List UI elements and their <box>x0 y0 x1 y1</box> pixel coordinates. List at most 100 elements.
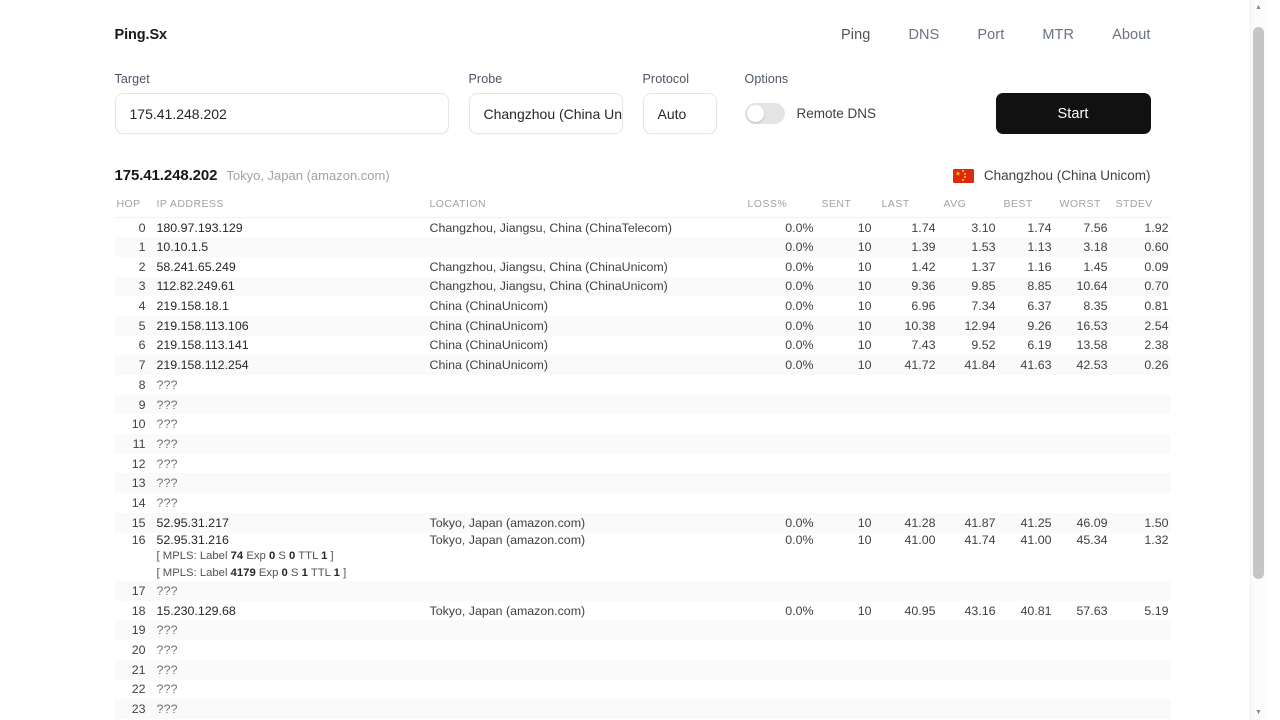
start-button[interactable]: Start <box>996 93 1151 134</box>
cell-avg <box>944 434 1004 454</box>
nav-item-dns[interactable]: DNS <box>908 27 939 43</box>
unknown-hop-marker: ??? <box>157 643 178 657</box>
unknown-hop-marker: ??? <box>157 457 178 471</box>
cell-avg <box>944 660 1004 680</box>
cell-stdev <box>1116 434 1171 454</box>
cell-last: 1.39 <box>882 237 944 257</box>
table-row: 10??? <box>115 414 1171 434</box>
cell-sent <box>822 414 882 434</box>
cell-ip: 52.95.31.217 <box>157 513 430 533</box>
cell-ip: ??? <box>157 454 430 474</box>
hop-ip-address: 219.158.113.106 <box>157 319 249 333</box>
cell-avg: 9.85 <box>944 277 1004 297</box>
cell-stdev <box>1116 375 1171 395</box>
cell-hop: 17 <box>115 581 157 601</box>
protocol-select[interactable]: Auto <box>643 93 717 134</box>
cell-loss <box>748 473 822 493</box>
unknown-hop-marker: ??? <box>157 378 178 392</box>
scroll-up-arrow-icon[interactable]: ▲ <box>1251 0 1265 15</box>
cell-worst: 13.58 <box>1060 336 1116 356</box>
cell-best <box>1004 414 1060 434</box>
probe-select[interactable]: Changzhou (China Unicom) <box>469 93 623 134</box>
cell-sent <box>822 454 882 474</box>
cell-ip: 52.95.31.216[ MPLS: Label 74 Exp 0 S 0 T… <box>157 533 430 582</box>
cell-hop: 19 <box>115 620 157 640</box>
cell-hop: 14 <box>115 493 157 513</box>
cell-location <box>430 581 748 601</box>
app-window: Ping.Sx Ping DNS Port MTR About Target 1… <box>0 0 1265 720</box>
table-row: 5219.158.113.106China (ChinaUnicom)0.0%1… <box>115 316 1171 336</box>
remote-dns-toggle[interactable] <box>745 103 785 124</box>
cell-best <box>1004 454 1060 474</box>
cell-hop: 20 <box>115 640 157 660</box>
cell-last <box>882 493 944 513</box>
cell-stdev: 0.26 <box>1116 355 1171 375</box>
cell-hop: 0 <box>115 218 157 238</box>
cell-loss <box>748 434 822 454</box>
cell-worst <box>1060 414 1116 434</box>
table-header: HOP IP ADDRESS LOCATION LOSS% SENT LAST … <box>115 194 1171 218</box>
cell-avg: 3.10 <box>944 218 1004 238</box>
cell-last <box>882 680 944 700</box>
scrollbar-thumb[interactable] <box>1253 27 1264 579</box>
cell-location <box>430 237 748 257</box>
cell-sent <box>822 493 882 513</box>
cell-last <box>882 434 944 454</box>
cell-ip: 180.97.193.129 <box>157 218 430 238</box>
cell-ip: ??? <box>157 620 430 640</box>
cell-best <box>1004 680 1060 700</box>
col-stdev: STDEV <box>1116 194 1171 218</box>
cell-avg <box>944 454 1004 474</box>
cell-hop: 11 <box>115 434 157 454</box>
cell-ip: ??? <box>157 395 430 415</box>
cell-location: China (ChinaUnicom) <box>430 336 748 356</box>
nav-item-ping[interactable]: Ping <box>841 27 870 43</box>
table-row: 22??? <box>115 680 1171 700</box>
hop-ip-address: 52.95.31.217 <box>157 516 229 530</box>
cell-worst <box>1060 620 1116 640</box>
cell-stdev <box>1116 473 1171 493</box>
target-input[interactable]: 175.41.248.202 <box>115 93 449 134</box>
scroll-down-arrow-icon[interactable]: ▼ <box>1251 705 1265 720</box>
result-header: 175.41.248.202 Tokyo, Japan (amazon.com)… <box>115 167 1151 194</box>
cell-hop: 21 <box>115 660 157 680</box>
cell-loss: 0.0% <box>748 316 822 336</box>
cell-hop: 15 <box>115 513 157 533</box>
cell-ip: ??? <box>157 680 430 700</box>
nav-item-mtr[interactable]: MTR <box>1042 27 1074 43</box>
table-row: 7219.158.112.254China (ChinaUnicom)0.0%1… <box>115 355 1171 375</box>
cell-best: 41.25 <box>1004 513 1060 533</box>
cell-worst: 3.18 <box>1060 237 1116 257</box>
cell-best <box>1004 434 1060 454</box>
target-field-group: Target 175.41.248.202 <box>115 72 449 134</box>
table-row: 8??? <box>115 375 1171 395</box>
nav-item-about[interactable]: About <box>1112 27 1150 43</box>
cell-avg <box>944 640 1004 660</box>
cell-last <box>882 620 944 640</box>
cell-sent: 10 <box>822 336 882 356</box>
cell-worst: 10.64 <box>1060 277 1116 297</box>
cell-loss <box>748 699 822 719</box>
cell-avg <box>944 620 1004 640</box>
nav-item-port[interactable]: Port <box>977 27 1004 43</box>
cell-stdev: 0.81 <box>1116 296 1171 316</box>
cell-last <box>882 473 944 493</box>
cell-stdev: 2.54 <box>1116 316 1171 336</box>
site-logo[interactable]: Ping.Sx <box>115 27 167 43</box>
cell-worst: 16.53 <box>1060 316 1116 336</box>
cell-last: 9.36 <box>882 277 944 297</box>
cell-loss: 0.0% <box>748 336 822 356</box>
cell-last: 10.38 <box>882 316 944 336</box>
table-row: 14??? <box>115 493 1171 513</box>
cell-loss <box>748 660 822 680</box>
hop-ip-address: 52.95.31.216 <box>157 533 229 547</box>
probe-label: Probe <box>469 72 623 86</box>
page-scrollbar[interactable]: ▲ ▼ <box>1250 0 1265 720</box>
table-row: 12??? <box>115 454 1171 474</box>
cell-last <box>882 640 944 660</box>
cell-best: 1.74 <box>1004 218 1060 238</box>
cell-loss: 0.0% <box>748 355 822 375</box>
cell-ip: ??? <box>157 434 430 454</box>
cell-ip: 10.10.1.5 <box>157 237 430 257</box>
cell-location: China (ChinaUnicom) <box>430 355 748 375</box>
